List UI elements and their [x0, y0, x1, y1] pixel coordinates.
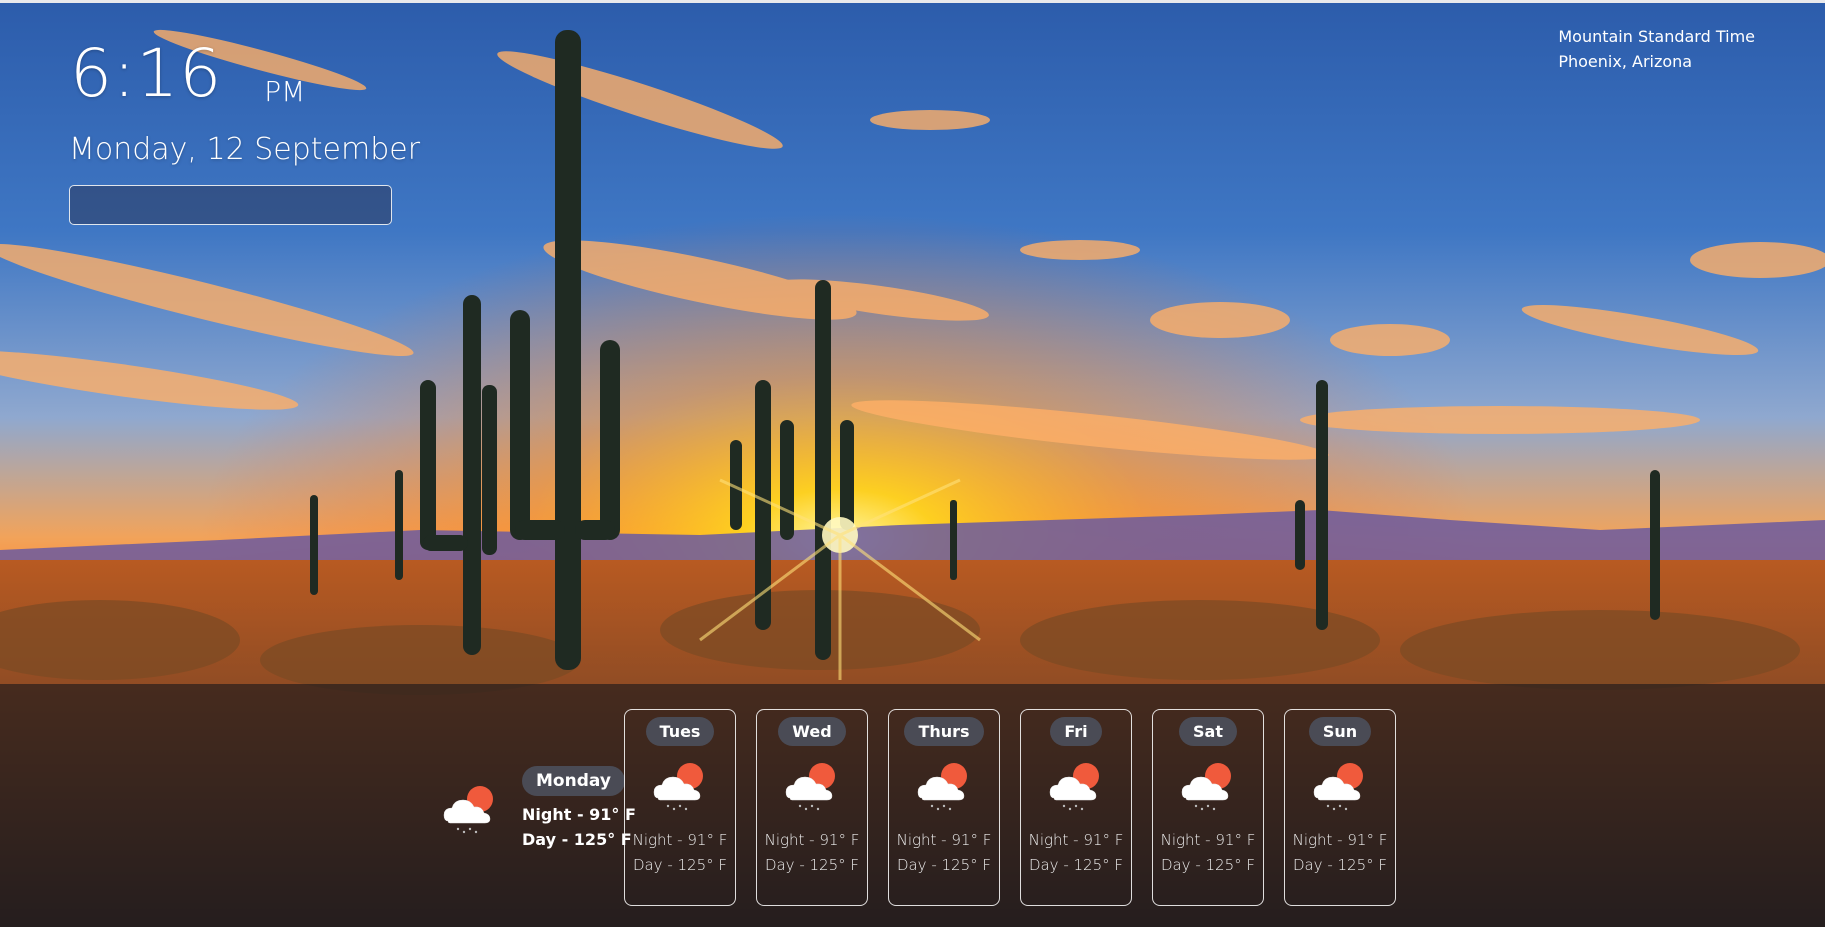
- forecast-day-label: Tues: [645, 717, 715, 746]
- forecast-night-temp: Night - 91° F: [1160, 831, 1256, 849]
- forecast-card-sun: Sun Night - 91° F Day - 125° F: [1284, 709, 1396, 906]
- forecast-day-label: Sun: [1308, 717, 1372, 746]
- today-day-temp: Day - 125° F: [522, 830, 632, 849]
- forecast-card-fri: Fri Night - 91° F Day - 125° F: [1020, 709, 1132, 906]
- forecast-night-temp: Night - 91° F: [632, 831, 728, 849]
- forecast-day-temp: Day - 125° F: [632, 856, 728, 874]
- forecast-night-temp: Night - 91° F: [1028, 831, 1124, 849]
- timezone-info: Mountain Standard Time Phoenix, Arizona: [1558, 24, 1755, 74]
- timezone-location: Phoenix, Arizona: [1558, 52, 1693, 71]
- forecast-card-thurs: Thurs Night - 91° F Day - 125° F: [888, 709, 1000, 906]
- clock-time: 6:16: [70, 35, 223, 112]
- forecast-card-tues: Tues Night - 91° F Day - 125° F: [624, 709, 736, 906]
- forecast-night-temp: Night - 91° F: [896, 831, 992, 849]
- forecast-card-wed: Wed Night - 91° F Day - 125° F: [756, 709, 868, 906]
- timezone-name: Mountain Standard Time: [1558, 27, 1755, 46]
- cloud-sun-rain-icon: [1308, 758, 1372, 814]
- forecast-day-label: Fri: [1050, 717, 1102, 746]
- top-window-edge: [0, 0, 1825, 3]
- forecast-day-temp: Day - 125° F: [764, 856, 860, 874]
- search-input[interactable]: [69, 185, 392, 225]
- forecast-card-sat: Sat Night - 91° F Day - 125° F: [1152, 709, 1264, 906]
- forecast-day-label: Sat: [1179, 717, 1237, 746]
- cloud-sun-rain-icon: [438, 781, 502, 837]
- today-weather: Monday Night - 91° F Day - 125° F: [438, 766, 636, 852]
- forecast-day-label: Thurs: [904, 717, 984, 746]
- forecast-day-label: Wed: [778, 717, 846, 746]
- clock-ampm: PM: [264, 75, 306, 108]
- forecast-day-temp: Day - 125° F: [1028, 856, 1124, 874]
- cloud-sun-rain-icon: [1044, 758, 1108, 814]
- today-day-label: Monday: [522, 766, 625, 796]
- current-date: Monday, 12 September: [69, 132, 421, 167]
- today-night-temp: Night - 91° F: [522, 805, 636, 824]
- forecast-day-temp: Day - 125° F: [1160, 856, 1256, 874]
- forecast-day-temp: Day - 125° F: [896, 856, 992, 874]
- forecast-day-temp: Day - 125° F: [1292, 856, 1388, 874]
- forecast-night-temp: Night - 91° F: [1292, 831, 1388, 849]
- clock: 6:16 PM: [70, 36, 305, 112]
- forecast-night-temp: Night - 91° F: [764, 831, 860, 849]
- cloud-sun-rain-icon: [780, 758, 844, 814]
- cloud-sun-rain-icon: [648, 758, 712, 814]
- cloud-sun-rain-icon: [912, 758, 976, 814]
- cloud-sun-rain-icon: [1176, 758, 1240, 814]
